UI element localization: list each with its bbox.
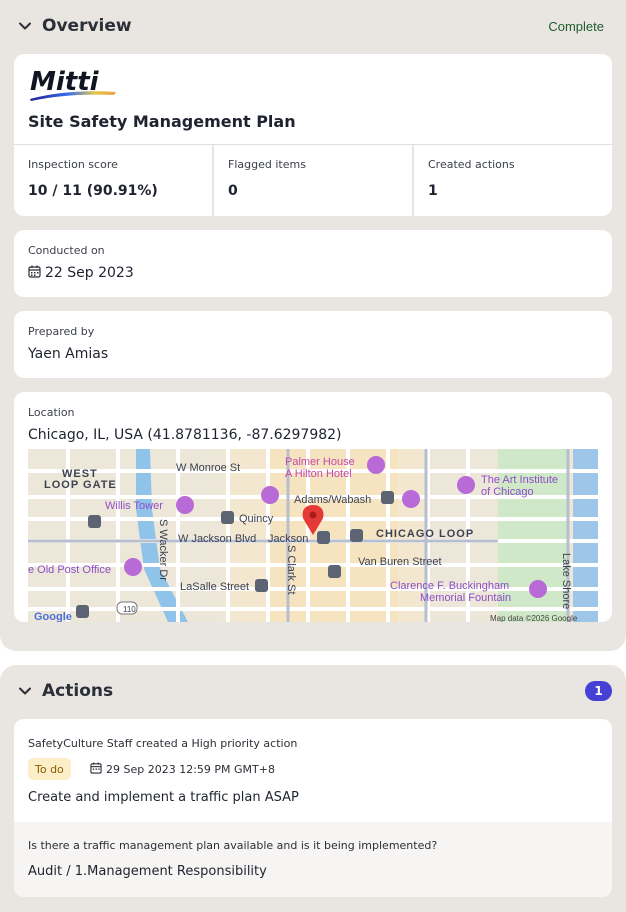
svg-text:W Monroe St: W Monroe St: [176, 462, 240, 474]
stat-label: Flagged items: [228, 158, 306, 171]
overview-section: Overview Complete Mitti Site Safety Mana…: [0, 0, 626, 651]
svg-text:S Clark St: S Clark St: [285, 545, 297, 595]
overview-header[interactable]: Overview Complete: [0, 0, 626, 52]
stat-value: 1: [428, 183, 438, 199]
svg-text:Adams/Wabash: Adams/Wabash: [294, 494, 371, 506]
svg-text:Van Buren Street: Van Buren Street: [358, 556, 442, 568]
prepared-value: Yaen Amias: [28, 346, 109, 362]
stat-created-actions: Created actions 1: [414, 145, 612, 216]
svg-text:LOOP GATE: LOOP GATE: [44, 479, 117, 491]
svg-text:Google: Google: [34, 611, 72, 622]
actions-count-badge: 1: [585, 681, 612, 701]
svg-text:Clarence F. Buckingham: Clarence F. Buckingham: [390, 580, 509, 592]
svg-text:e Old Post Office: e Old Post Office: [28, 564, 111, 576]
svg-text:Palmer House: Palmer House: [285, 456, 355, 468]
action-source: Is there a traffic management plan avail…: [14, 822, 612, 897]
location-label: Location: [28, 406, 75, 419]
calendar-icon: [90, 762, 102, 774]
stat-value: 0: [228, 183, 238, 199]
stat-label: Inspection score: [28, 158, 118, 171]
svg-text:110: 110: [123, 605, 136, 614]
breadcrumb: Audit / 1.Management Responsibility: [28, 864, 267, 879]
svg-text:The Art Institute: The Art Institute: [481, 474, 558, 486]
company-logo: Mitti: [30, 67, 116, 101]
conducted-value-row: 22 Sep 2023: [28, 265, 134, 281]
action-title: Create and implement a traffic plan ASAP: [28, 790, 299, 805]
map-canvas[interactable]: WEST LOOP GATE W Monroe St Palmer House …: [28, 449, 598, 622]
location-map[interactable]: WEST LOOP GATE W Monroe St Palmer House …: [28, 449, 598, 622]
overview-title: Overview: [42, 16, 132, 36]
actions-title: Actions: [42, 681, 114, 701]
actions-section: Actions 1 SafetyCulture Staff created a …: [0, 665, 626, 912]
svg-text:W Jackson Blvd: W Jackson Blvd: [178, 533, 256, 545]
prepared-label: Prepared by: [28, 325, 95, 338]
svg-text:Lake Shore: Lake Shore: [560, 553, 572, 609]
stat-flagged-items: Flagged items 0: [214, 145, 414, 216]
stat-label: Created actions: [428, 158, 515, 171]
location-card: Location Chicago, IL, USA (41.8781136, -…: [14, 392, 612, 622]
report-header-card: Mitti Site Safety Management Plan Inspec…: [14, 54, 612, 216]
action-summary[interactable]: SafetyCulture Staff created a High prior…: [14, 719, 612, 822]
svg-text:A Hilton Hotel: A Hilton Hotel: [285, 468, 352, 480]
chevron-down-icon[interactable]: [16, 17, 34, 35]
location-value: Chicago, IL, USA (41.8781136, -87.629798…: [28, 427, 342, 443]
action-meta: SafetyCulture Staff created a High prior…: [28, 737, 298, 750]
svg-text:Quincy: Quincy: [239, 513, 274, 525]
document-title: Site Safety Management Plan: [28, 112, 296, 131]
svg-text:Willis Tower: Willis Tower: [105, 500, 163, 512]
svg-text:S Wacker Dr: S Wacker Dr: [157, 519, 169, 581]
action-item-card[interactable]: SafetyCulture Staff created a High prior…: [14, 719, 612, 897]
status-badge: To do: [28, 758, 71, 780]
svg-text:CHICAGO LOOP: CHICAGO LOOP: [376, 528, 474, 540]
conducted-label: Conducted on: [28, 244, 105, 257]
calendar-icon: [28, 265, 41, 278]
conducted-on-card: Conducted on 22 Sep 2023: [14, 230, 612, 297]
action-due-row: 29 Sep 2023 12:59 PM GMT+8: [90, 762, 275, 776]
stat-inspection-score: Inspection score 10 / 11 (90.91%): [14, 145, 214, 216]
prepared-by-card: Prepared by Yaen Amias: [14, 311, 612, 378]
chevron-down-icon[interactable]: [16, 682, 34, 700]
conducted-value: 22 Sep 2023: [45, 265, 134, 281]
stat-value: 10 / 11 (90.91%): [28, 183, 158, 199]
status-complete: Complete: [548, 18, 604, 34]
stats-row: Inspection score 10 / 11 (90.91%) Flagge…: [14, 144, 612, 216]
svg-text:Jackson: Jackson: [268, 533, 308, 545]
svg-text:Map data ©2026 Google: Map data ©2026 Google: [490, 614, 578, 622]
action-question: Is there a traffic management plan avail…: [28, 839, 438, 852]
svg-text:LaSalle Street: LaSalle Street: [180, 581, 249, 593]
svg-text:of Chicago: of Chicago: [481, 486, 534, 498]
svg-text:Memorial Fountain: Memorial Fountain: [420, 592, 511, 604]
action-due-date: 29 Sep 2023 12:59 PM GMT+8: [106, 763, 275, 776]
actions-header[interactable]: Actions 1: [0, 665, 626, 717]
